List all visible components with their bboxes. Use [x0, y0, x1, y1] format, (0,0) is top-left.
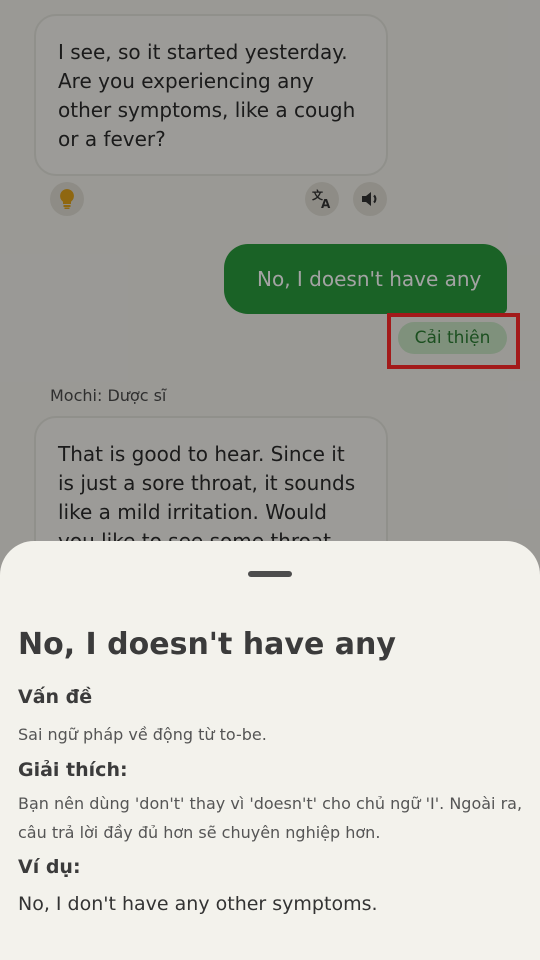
explanation-heading: Giải thích:: [18, 759, 128, 781]
feedback-bottom-sheet: No, I doesn't have any Vấn đề Sai ngữ ph…: [0, 541, 540, 960]
example-heading: Ví dụ:: [18, 856, 81, 878]
problem-heading: Vấn đề: [18, 686, 93, 708]
problem-text: Sai ngữ pháp về động từ to-be.: [18, 725, 267, 744]
example-text: No, I don't have any other symptoms.: [18, 893, 378, 915]
explanation-text: Bạn nên dùng 'don't' thay vì 'doesn't' c…: [18, 794, 523, 842]
drag-handle[interactable]: [248, 571, 292, 577]
sheet-title: No, I doesn't have any: [18, 627, 396, 662]
